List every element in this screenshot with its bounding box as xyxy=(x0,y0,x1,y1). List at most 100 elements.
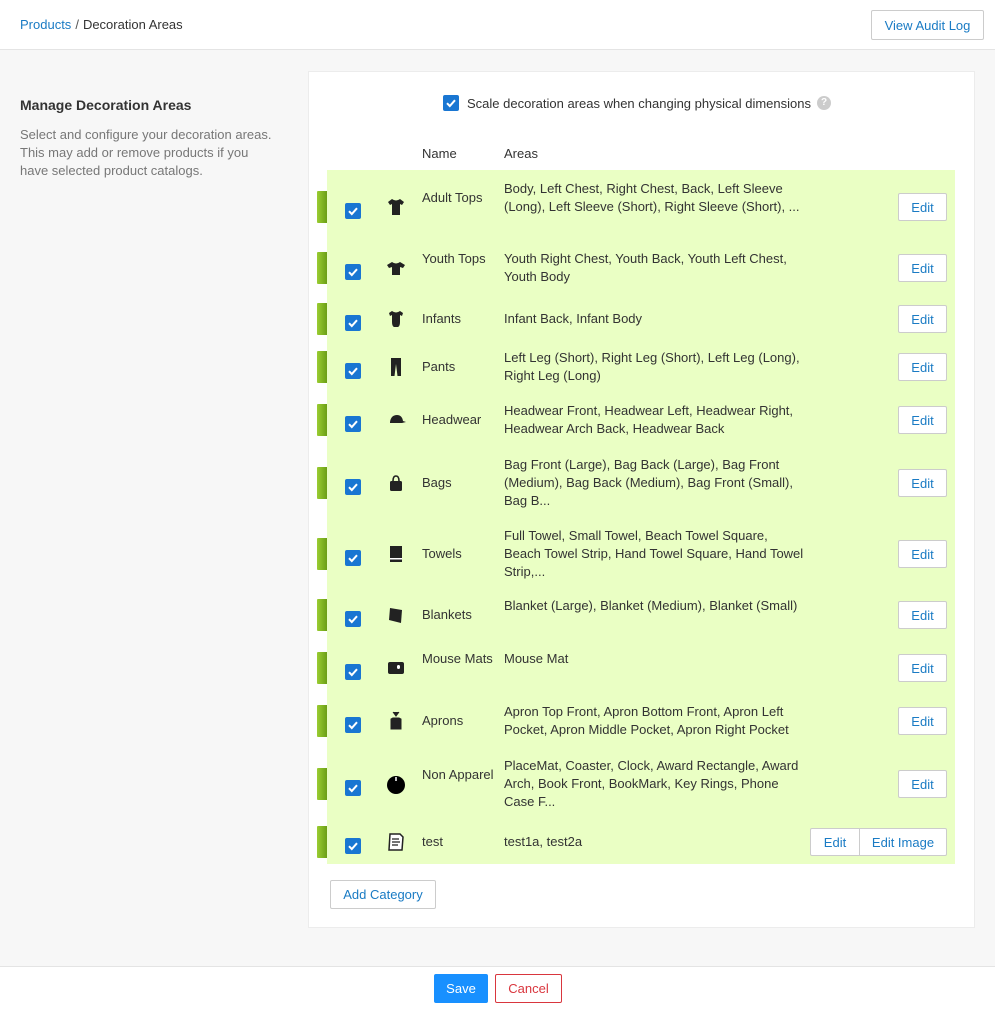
row-checkbox[interactable] xyxy=(345,664,361,680)
check-icon xyxy=(348,842,358,851)
scale-label: Scale decoration areas when changing phy… xyxy=(467,95,811,111)
check-icon xyxy=(348,554,358,563)
row-areas: PlaceMat, Coaster, Clock, Award Rectangl… xyxy=(504,758,799,809)
edit-button[interactable]: Edit xyxy=(898,305,947,333)
edit-button[interactable]: Edit xyxy=(898,254,947,282)
row-name: Adult Tops xyxy=(422,190,483,205)
row-name: Aprons xyxy=(422,713,464,728)
row-drag-handle[interactable] xyxy=(317,351,327,383)
check-icon xyxy=(348,668,358,677)
t-shirt-icon xyxy=(388,199,404,215)
row-name: Pants xyxy=(422,359,456,374)
check-icon xyxy=(348,319,358,328)
row-areas: Bag Front (Large), Bag Back (Large), Bag… xyxy=(504,457,793,508)
row-checkbox[interactable] xyxy=(345,838,361,854)
row-name: Towels xyxy=(422,546,462,561)
check-icon xyxy=(348,615,358,624)
check-icon xyxy=(348,268,358,277)
column-header-areas: Areas xyxy=(504,146,538,161)
breadcrumb-current: Decoration Areas xyxy=(82,17,183,32)
row-areas: test1a, test2a xyxy=(504,834,583,849)
scale-option: Scale decoration areas when changing phy… xyxy=(443,95,831,111)
row-drag-handle[interactable] xyxy=(317,768,327,800)
row-areas: Apron Top Front, Apron Bottom Front, Apr… xyxy=(504,704,789,737)
cap-icon xyxy=(390,415,406,423)
row-checkbox[interactable] xyxy=(345,611,361,627)
row-checkbox[interactable] xyxy=(345,416,361,432)
towel-icon xyxy=(390,546,402,562)
row-name: Youth Tops xyxy=(422,251,486,266)
breadcrumb: Products / Decoration Areas xyxy=(20,17,183,32)
mouse-mat-icon xyxy=(388,662,404,674)
breadcrumb-products-link[interactable]: Products xyxy=(20,17,71,32)
breadcrumb-separator: / xyxy=(75,17,79,32)
edit-button[interactable]: Edit xyxy=(898,707,947,735)
row-drag-handle[interactable] xyxy=(317,303,327,335)
blanket-icon xyxy=(389,608,402,623)
row-checkbox[interactable] xyxy=(345,479,361,495)
row-areas: Mouse Mat xyxy=(504,651,569,666)
row-name: Infants xyxy=(422,311,462,326)
section-title: Manage Decoration Areas xyxy=(20,97,192,113)
row-areas: Infant Back, Infant Body xyxy=(504,311,643,326)
row-checkbox[interactable] xyxy=(345,203,361,219)
bag-icon xyxy=(390,475,402,491)
row-drag-handle[interactable] xyxy=(317,705,327,737)
youth-shirt-icon xyxy=(387,262,405,275)
edit-button[interactable]: Edit xyxy=(810,828,860,856)
row-checkbox[interactable] xyxy=(345,717,361,733)
edit-button[interactable]: Edit xyxy=(898,601,947,629)
row-areas: Left Leg (Short), Right Leg (Short), Lef… xyxy=(504,350,800,383)
table-row: Blankets Blanket (Large), Blanket (Medium… xyxy=(317,597,955,633)
edit-image-button[interactable]: Edit Image xyxy=(859,828,947,856)
clock-icon xyxy=(387,776,405,794)
table-row: Non Apparel PlaceMat, Coaster, Clock, Awa… xyxy=(317,756,955,812)
cancel-button[interactable]: Cancel xyxy=(495,974,562,1003)
help-icon[interactable]: ? xyxy=(817,96,831,110)
row-drag-handle[interactable] xyxy=(317,826,327,858)
row-areas: Youth Right Chest, Youth Back, Youth Lef… xyxy=(504,251,787,284)
row-name: test xyxy=(422,834,443,849)
view-audit-log-button[interactable]: View Audit Log xyxy=(871,10,984,40)
row-areas: Full Towel, Small Towel, Beach Towel Squ… xyxy=(504,528,804,579)
edit-button[interactable]: Edit xyxy=(898,406,947,434)
edit-button[interactable]: Edit xyxy=(898,540,947,568)
document-icon xyxy=(388,833,404,851)
row-drag-handle[interactable] xyxy=(317,599,327,631)
check-icon xyxy=(348,721,358,730)
row-name: Headwear xyxy=(422,412,482,427)
row-checkbox[interactable] xyxy=(345,363,361,379)
row-drag-handle[interactable] xyxy=(317,252,327,284)
row-drag-handle[interactable] xyxy=(317,652,327,684)
row-drag-handle[interactable] xyxy=(317,467,327,499)
row-checkbox[interactable] xyxy=(345,780,361,796)
edit-button[interactable]: Edit xyxy=(898,654,947,682)
row-name: Non Apparel xyxy=(422,767,494,782)
row-checkbox[interactable] xyxy=(345,315,361,331)
row-drag-handle[interactable] xyxy=(317,191,327,223)
edit-button[interactable]: Edit xyxy=(898,469,947,497)
scale-checkbox[interactable] xyxy=(443,95,459,111)
edit-button[interactable]: Edit xyxy=(898,193,947,221)
check-icon xyxy=(348,367,358,376)
check-icon xyxy=(446,99,456,108)
row-areas: Body, Left Chest, Right Chest, Back, Lef… xyxy=(504,181,800,214)
table-row: Pants Left Leg (Short), Right Leg (Short)… xyxy=(317,349,955,385)
table-row: Bags Bag Front (Large), Bag Back (Large),… xyxy=(317,455,955,511)
row-name: Bags xyxy=(422,475,452,490)
add-category-button[interactable]: Add Category xyxy=(330,880,436,909)
check-icon xyxy=(348,207,358,216)
row-areas: Headwear Front, Headwear Left, Headwear … xyxy=(504,403,794,436)
row-areas: Blanket (Large), Blanket (Medium), Blank… xyxy=(504,598,798,613)
save-button[interactable]: Save xyxy=(434,974,488,1003)
row-checkbox[interactable] xyxy=(345,550,361,566)
edit-button[interactable]: Edit xyxy=(898,770,947,798)
apron-icon xyxy=(390,711,402,730)
column-header-name: Name xyxy=(422,146,457,161)
row-name: Mouse Mats xyxy=(422,651,493,666)
row-drag-handle[interactable] xyxy=(317,538,327,570)
row-checkbox[interactable] xyxy=(345,264,361,280)
edit-button[interactable]: Edit xyxy=(898,353,947,381)
row-drag-handle[interactable] xyxy=(317,404,327,436)
table-row: Mouse Mats Mouse Mat Edit xyxy=(317,650,955,686)
